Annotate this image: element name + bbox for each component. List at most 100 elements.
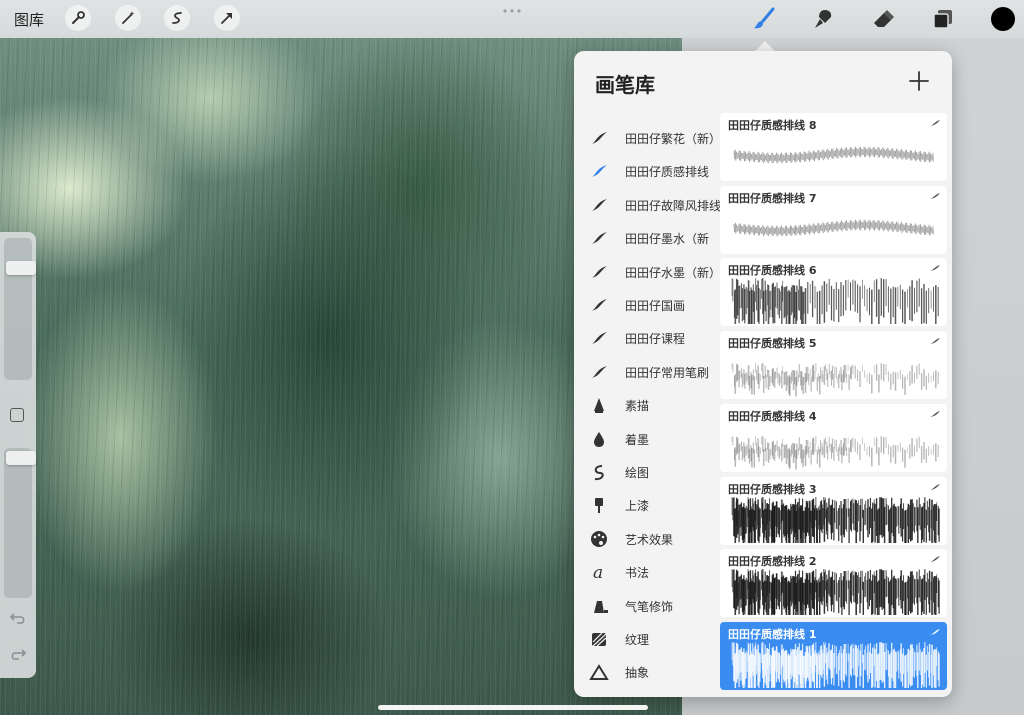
brush-set-label: 书法 <box>625 566 650 581</box>
opacity-handle[interactable] <box>6 450 36 465</box>
layers-icon <box>933 10 952 29</box>
brush-name: 田田仔质感排线 7 <box>728 191 817 205</box>
opacity-slider[interactable] <box>4 448 36 598</box>
brush-set-label: 田田仔质感排线 <box>625 165 710 180</box>
top-toolbar: 图库 <box>0 0 1024 38</box>
brush-stroke-icon <box>930 483 940 490</box>
brush-card[interactable]: 田田仔质感排线 2 <box>720 549 947 618</box>
brush-stroke-icon <box>930 265 940 272</box>
brush-set-item[interactable]: 田田仔繁花（新） <box>574 123 722 153</box>
brush-set-item[interactable]: 绘图 <box>574 457 720 487</box>
selection-icon <box>172 12 182 24</box>
brush-set-item[interactable]: 田田仔故障风排线 <box>574 190 722 220</box>
selection-button[interactable] <box>164 5 190 31</box>
brush-card[interactable]: 田田仔质感排线 7 <box>720 185 947 254</box>
layers-button[interactable] <box>930 6 956 32</box>
triangle-icon <box>588 663 610 681</box>
actions-button[interactable] <box>65 5 91 31</box>
brush-name: 田田仔质感排线 5 <box>728 337 817 351</box>
squiggle-icon <box>588 463 610 481</box>
brush-set-label: 田田仔繁花（新） <box>625 132 722 146</box>
brush-set-item[interactable]: 田田仔墨水（新 <box>574 223 720 253</box>
brush-set-item[interactable]: 田田仔质感排线 <box>574 156 720 186</box>
brush-size-handle[interactable] <box>6 261 36 276</box>
brush-stroke-icon <box>588 329 610 347</box>
adjustments-button[interactable] <box>115 5 141 31</box>
brush-tool-button[interactable] <box>751 6 777 32</box>
magic-wand-icon <box>122 11 135 24</box>
brush-stroke-icon <box>588 129 610 147</box>
brush-set-item[interactable]: 上漆 <box>574 490 720 520</box>
svg-text:a: a <box>593 563 603 581</box>
brush-set-item[interactable]: 田田仔课程 <box>574 323 720 353</box>
brush-set-label: 素描 <box>625 399 650 414</box>
brush-set-item[interactable]: 抽象 <box>574 657 720 687</box>
brush-set-item[interactable]: 着墨 <box>574 424 720 454</box>
brush-set-item[interactable]: 田田仔常用笔刷 <box>574 357 720 387</box>
eraser-tool-button[interactable] <box>870 6 896 32</box>
brush-stroke-icon <box>588 229 610 247</box>
brush-set-label: 纹理 <box>625 633 650 647</box>
brush-icon <box>754 7 775 29</box>
brush-set-item[interactable]: 纹理 <box>574 624 720 654</box>
brush-card[interactable]: 田田仔质感排线 3 <box>720 476 947 545</box>
home-indicator[interactable] <box>378 705 648 710</box>
brush-name: 田田仔质感排线 4 <box>728 409 817 423</box>
redo-arrow-icon[interactable] <box>9 646 27 662</box>
palette-icon <box>588 530 610 548</box>
transform-button[interactable] <box>214 5 240 31</box>
brush-stroke-icon <box>930 628 940 635</box>
ink-drop-icon <box>588 430 610 448</box>
transform-arrow-icon <box>221 13 232 24</box>
brush-set-item[interactable]: 艺术效果 <box>574 524 720 554</box>
brush-name: 田田仔质感排线 2 <box>728 555 817 569</box>
gallery-button[interactable]: 图库 <box>14 9 44 30</box>
brush-card[interactable]: 田田仔质感排线 5 <box>720 331 947 400</box>
brush-stroke-icon <box>930 556 940 563</box>
brush-card[interactable]: 田田仔质感排线 8 <box>720 113 947 181</box>
paint-brush-icon <box>588 496 610 514</box>
more-dots-icon[interactable] <box>502 8 522 14</box>
brush-stroke-icon <box>588 263 610 281</box>
brush-name: 田田仔质感排线 1 <box>728 627 817 641</box>
left-sidebar <box>0 232 36 678</box>
smudge-tool-button[interactable] <box>810 6 836 32</box>
texture-icon <box>588 630 610 648</box>
brush-card[interactable]: 田田仔质感排线 6 <box>720 258 947 327</box>
brush-list: 田田仔质感排线 8 田田仔质感排线 7 田田仔质感排线 6 田田仔质感排线 5 田田仔质… <box>720 113 952 697</box>
brush-set-item[interactable]: 气笔修饰 <box>574 591 720 621</box>
wrench-icon <box>72 11 85 24</box>
brush-set-label: 上漆 <box>625 499 650 514</box>
brush-set-item[interactable]: 田田仔水墨（新） <box>574 257 722 287</box>
brush-size-slider[interactable] <box>4 238 36 380</box>
eraser-icon <box>874 10 894 27</box>
brush-set-label: 抽象 <box>625 666 650 681</box>
brush-set-label: 田田仔水墨（新） <box>625 265 722 280</box>
panel-title: 画笔库 <box>595 73 655 97</box>
modify-button[interactable] <box>10 408 24 422</box>
plus-icon[interactable] <box>907 69 931 93</box>
brush-stroke-icon <box>930 192 940 199</box>
brush-name: 田田仔质感排线 3 <box>728 482 817 496</box>
calligraphy-icon: a <box>588 563 610 581</box>
brush-card[interactable]: 田田仔质感排线 1 <box>720 621 947 690</box>
brush-stroke-icon <box>930 410 940 417</box>
brush-name: 田田仔质感排线 6 <box>728 264 817 278</box>
brush-set-item[interactable]: 素描 <box>574 390 720 420</box>
brush-set-label: 田田仔国画 <box>625 299 686 313</box>
color-picker-button[interactable] <box>991 7 1015 31</box>
brush-set-label: 绘图 <box>625 466 650 480</box>
brush-set-label: 田田仔墨水（新 <box>625 232 710 247</box>
brush-stroke-icon <box>930 120 940 126</box>
brush-set-list: 田田仔繁花（新） 田田仔质感排线 田田仔故障风排线 田田仔墨水（新 田田仔水墨（新） 田田… <box>574 105 722 697</box>
brush-stroke-icon <box>588 363 610 381</box>
brush-set-item[interactable]: 田田仔国画 <box>574 290 720 320</box>
brush-card[interactable]: 田田仔质感排线 4 <box>720 403 947 472</box>
brush-set-label: 田田仔课程 <box>625 332 686 347</box>
brush-stroke-icon <box>588 162 610 180</box>
brush-set-label: 艺术效果 <box>625 532 674 547</box>
undo-arrow-icon[interactable] <box>9 610 27 626</box>
airbrush-icon <box>588 597 610 615</box>
brush-set-item[interactable]: a 书法 <box>574 557 720 587</box>
brush-set-label: 田田仔故障风排线 <box>625 198 722 213</box>
